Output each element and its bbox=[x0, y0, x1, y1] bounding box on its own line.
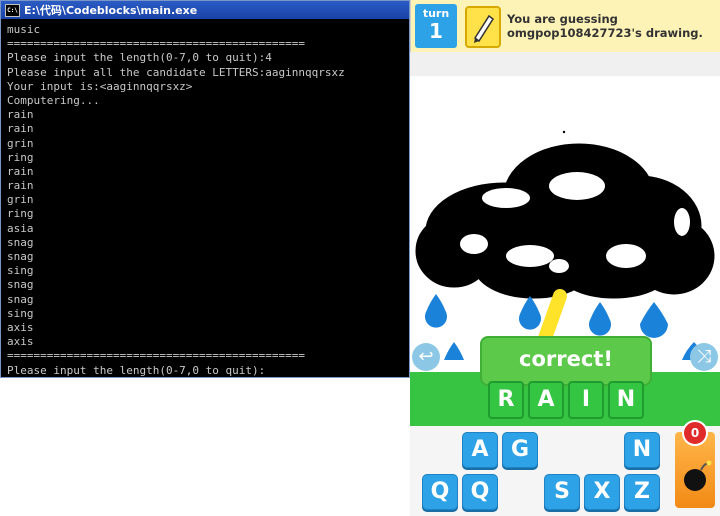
draw-something-panel: turn 1 You are guessing omgpop108427723'… bbox=[410, 0, 720, 516]
header-subbar bbox=[410, 52, 720, 76]
letter-key[interactable]: N bbox=[624, 432, 660, 468]
console-line: music bbox=[7, 23, 41, 36]
console-line: Please input all the candidate LETTERS:a… bbox=[7, 65, 345, 79]
console-line: ========================================… bbox=[7, 349, 306, 363]
letter-key[interactable]: S bbox=[544, 474, 580, 510]
canvas-dot bbox=[562, 130, 566, 134]
console-titlebar[interactable]: C:\ E:\代码\Codeblocks\main.exe bbox=[1, 1, 409, 19]
lightning-drawing bbox=[537, 289, 567, 348]
console-line: rain bbox=[7, 108, 34, 122]
console-window: C:\ E:\代码\Codeblocks\main.exe music =====… bbox=[0, 0, 410, 378]
correct-banner: correct! bbox=[480, 336, 652, 386]
console-line: axis bbox=[7, 320, 34, 334]
console-line: grin bbox=[7, 136, 34, 150]
letter-key[interactable]: X bbox=[584, 474, 620, 510]
back-arrow-icon[interactable]: ↩ bbox=[412, 343, 440, 371]
console-line: ring bbox=[7, 207, 34, 221]
guessing-message: You are guessing omgpop108427723's drawi… bbox=[507, 12, 703, 40]
answer-tile[interactable]: R bbox=[488, 381, 524, 419]
answer-tile[interactable]: I bbox=[568, 381, 604, 419]
console-output[interactable]: music ===================================… bbox=[1, 19, 409, 377]
turn-number: 1 bbox=[429, 19, 443, 43]
letter-key[interactable]: G bbox=[502, 432, 538, 468]
console-line: sing bbox=[7, 306, 34, 320]
letter-keyboard: AG N QQ SXZ bbox=[410, 426, 720, 516]
console-line: rain bbox=[7, 179, 34, 193]
letter-key[interactable]: A bbox=[462, 432, 498, 468]
console-line: rain bbox=[7, 164, 34, 178]
cmd-icon: C:\ bbox=[5, 3, 20, 17]
letter-key[interactable]: Q bbox=[462, 474, 498, 510]
console-line: ring bbox=[7, 150, 34, 164]
console-line: grin bbox=[7, 193, 34, 207]
console-line: ========================================… bbox=[7, 37, 306, 51]
console-line: snag bbox=[7, 292, 34, 306]
answer-tile[interactable]: N bbox=[608, 381, 644, 419]
game-header: turn 1 You are guessing omgpop108427723'… bbox=[410, 0, 720, 52]
drawing-canvas bbox=[415, 130, 715, 360]
console-line: asia bbox=[7, 221, 34, 235]
console-line: snag bbox=[7, 278, 34, 292]
console-line: Please input the length(0-7,0 to quit):4 bbox=[7, 51, 272, 65]
letter-key[interactable]: Z bbox=[624, 474, 660, 510]
console-line: Computering... bbox=[7, 93, 100, 107]
console-line: axis bbox=[7, 335, 34, 349]
pencil-icon bbox=[465, 6, 501, 48]
console-line: snag bbox=[7, 235, 34, 249]
console-line: sing bbox=[7, 264, 34, 278]
console-line: rain bbox=[7, 122, 34, 136]
letter-key[interactable]: Q bbox=[422, 474, 458, 510]
shuffle-icon[interactable]: ⤨ bbox=[690, 343, 718, 371]
console-title: E:\代码\Codeblocks\main.exe bbox=[24, 4, 198, 17]
bomb-count-badge: 0 bbox=[682, 420, 708, 446]
answer-tiles: RAIN bbox=[488, 381, 644, 419]
cloud-drawing bbox=[415, 143, 715, 299]
turn-badge: turn 1 bbox=[415, 4, 457, 48]
console-line: Your input is:<aaginnqqrsxz> bbox=[7, 79, 193, 93]
console-line: Please input the length(0-7,0 to quit): bbox=[7, 363, 266, 377]
answer-tile[interactable]: A bbox=[528, 381, 564, 419]
console-line: snag bbox=[7, 250, 34, 263]
